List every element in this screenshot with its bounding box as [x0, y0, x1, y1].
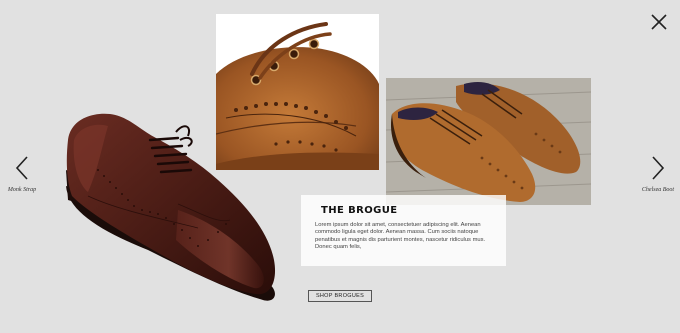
product-info-card: THE BROGUE Lorem ipsum dolor sit amet, c…	[301, 195, 506, 266]
next-slide-button[interactable]: Chelsea Boot	[636, 155, 680, 193]
prev-slide-button[interactable]: Monk Strap	[0, 155, 44, 193]
prev-slide-label: Monk Strap	[7, 187, 37, 193]
shop-brogues-button[interactable]: SHOP BROGUES	[308, 290, 372, 302]
next-slide-label: Chelsea Boot	[641, 187, 675, 193]
chevron-right-icon	[652, 156, 665, 180]
detail-shoe-image	[216, 14, 379, 170]
product-description: Lorem ipsum dolor sit amet, consectetuer…	[315, 222, 486, 251]
product-title: THE BROGUE	[321, 205, 398, 216]
close-icon	[651, 14, 667, 30]
chevron-left-icon	[15, 156, 28, 180]
close-button[interactable]	[646, 9, 672, 35]
product-lightbox: Monk Strap Chelsea Boot THE BROGUE Lorem…	[0, 0, 680, 333]
pair-shoe-image	[386, 78, 591, 205]
